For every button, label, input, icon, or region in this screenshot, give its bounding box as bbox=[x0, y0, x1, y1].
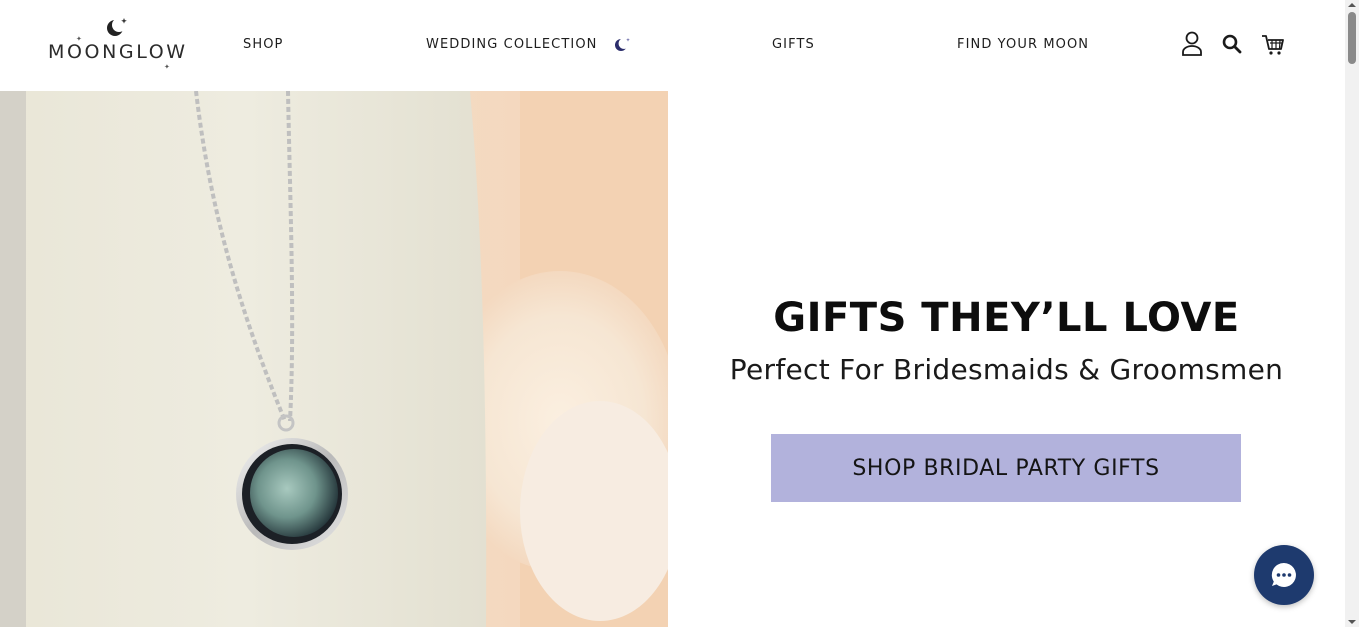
moon-logo-icon bbox=[107, 18, 127, 36]
site-header: ✦ ✦ MOONGLOW SHOP WEDDING COLLECTION GIF… bbox=[0, 0, 1345, 91]
shop-bridal-party-gifts-button[interactable]: SHOP BRIDAL PARTY GIFTS bbox=[771, 434, 1241, 502]
account-icon[interactable] bbox=[1180, 30, 1204, 58]
hero-image[interactable] bbox=[0, 91, 668, 627]
scroll-down-icon[interactable] bbox=[1348, 618, 1356, 626]
logo-text: MOONGLOW bbox=[48, 41, 188, 63]
nav-find-your-moon[interactable]: FIND YOUR MOON bbox=[957, 37, 1089, 52]
star-icon: ✦ bbox=[164, 64, 170, 71]
crescent-moon-icon bbox=[615, 38, 630, 51]
scroll-up-icon[interactable] bbox=[1348, 1, 1356, 9]
scrollbar-thumb[interactable] bbox=[1348, 12, 1356, 64]
hero-title: GIFTS THEY’LL LOVE bbox=[773, 295, 1240, 341]
nav-gifts[interactable]: GIFTS bbox=[772, 37, 815, 52]
hero-banner: GIFTS THEY’LL LOVE Perfect For Bridesmai… bbox=[0, 91, 1345, 627]
hero-text-panel: GIFTS THEY’LL LOVE Perfect For Bridesmai… bbox=[668, 91, 1345, 627]
chat-button[interactable] bbox=[1254, 545, 1314, 605]
nav-wedding-collection[interactable]: WEDDING COLLECTION bbox=[426, 37, 597, 52]
necklace-photo bbox=[0, 91, 668, 627]
hero-subtitle: Perfect For Bridesmaids & Groomsmen bbox=[729, 353, 1284, 386]
cart-icon[interactable] bbox=[1261, 30, 1285, 58]
scrollbar[interactable] bbox=[1345, 0, 1359, 627]
search-icon[interactable] bbox=[1220, 30, 1244, 58]
nav-shop[interactable]: SHOP bbox=[243, 37, 284, 52]
logo[interactable]: ✦ ✦ MOONGLOW bbox=[44, 14, 194, 74]
chat-dots-icon bbox=[1271, 562, 1296, 587]
